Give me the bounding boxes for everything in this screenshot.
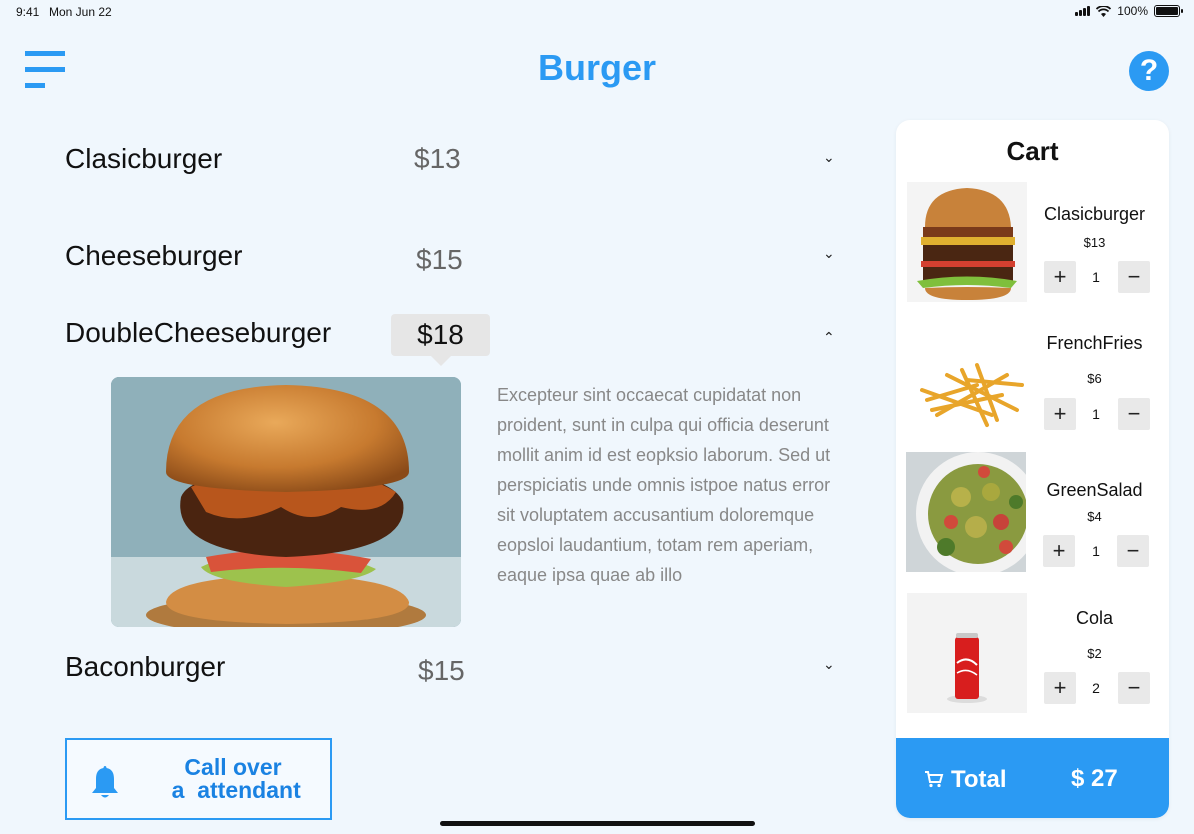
- chevron-up-icon[interactable]: ⌃: [823, 329, 835, 346]
- item-description: Excepteur sint occaecat cupidatat non pr…: [497, 385, 831, 585]
- cart-item-name: GreenSalad: [1046, 480, 1143, 500]
- minus-icon[interactable]: −: [1118, 398, 1150, 430]
- plus-icon[interactable]: +: [1043, 535, 1075, 567]
- plus-icon[interactable]: +: [1044, 398, 1076, 430]
- checkout-total-button[interactable]: Total $ 27: [896, 738, 1169, 818]
- clasicburger-thumbnail: [907, 182, 1027, 302]
- menu-item-clasicburger[interactable]: Clasicburger $13 ⌄: [65, 143, 840, 193]
- cola-thumbnail: [907, 593, 1027, 713]
- cart-item-price: $6: [1087, 371, 1102, 386]
- menu-item-baconburger[interactable]: Baconburger $15 ⌄: [65, 651, 840, 701]
- menu-item-name: Cheeseburger: [65, 240, 243, 271]
- chevron-down-icon[interactable]: ⌄: [823, 149, 835, 166]
- cart-item-greensalad: GreenSalad $4 + 1 −: [896, 452, 1169, 576]
- cart-item-qty: 2: [1092, 680, 1100, 696]
- greensalad-thumbnail: [906, 452, 1026, 572]
- status-indicators: 100%: [1075, 4, 1183, 18]
- cart-item-name: Cola: [1075, 608, 1114, 628]
- frenchfries-thumbnail: [907, 315, 1027, 435]
- minus-icon[interactable]: −: [1117, 535, 1149, 567]
- total-value: $ 27: [1071, 765, 1118, 792]
- minus-icon[interactable]: −: [1118, 261, 1150, 293]
- shopping-cart-icon: [925, 771, 944, 788]
- status-time: 9:41: [16, 5, 40, 19]
- cart-item-clasicburger: Clasicburger $13 + 1 −: [896, 182, 1169, 306]
- home-indicator[interactable]: [440, 821, 755, 826]
- cart-item-name: FrenchFries: [1046, 333, 1143, 353]
- call-attendant-label: Call over a attendant: [171, 754, 301, 803]
- menu-item-price: $15: [416, 244, 463, 275]
- cellular-signal-icon: [1075, 6, 1091, 16]
- chevron-down-icon[interactable]: ⌄: [823, 656, 835, 673]
- question-mark-icon[interactable]: ?: [1129, 51, 1169, 91]
- double-cheeseburger-photo: [111, 377, 461, 627]
- cart-item-price: $4: [1087, 509, 1102, 524]
- call-attendant-button[interactable]: Call over a attendant: [65, 738, 332, 820]
- status-date: Mon Jun 22: [49, 5, 112, 19]
- cart-item-qty: 1: [1092, 269, 1100, 285]
- cart-item-qty: 1: [1092, 406, 1100, 422]
- menu-item-price: $13: [414, 143, 461, 174]
- cart-item-qty: 1: [1092, 543, 1100, 559]
- total-label: Total: [951, 766, 1007, 793]
- cart-item-frenchfries: FrenchFries $6 + 1 −: [896, 315, 1169, 439]
- cart-panel: Cart Clasicburger $13 + 1 − FrenchFries …: [896, 120, 1169, 818]
- cart-item-name: Clasicburger: [1043, 204, 1146, 224]
- menu-item-price: $15: [418, 655, 465, 686]
- battery-percent: 100%: [1117, 4, 1148, 18]
- menu-item-name: Clasicburger: [65, 143, 223, 174]
- bell-icon: [92, 766, 118, 798]
- menu-item-name: Baconburger: [65, 651, 226, 682]
- battery-icon: [1154, 5, 1183, 17]
- menu-item-cheeseburger[interactable]: Cheeseburger $15 ⌄: [65, 240, 840, 290]
- price-tag: $18: [391, 314, 490, 366]
- wifi-icon: [1096, 5, 1112, 17]
- page-title: Burger: [537, 47, 657, 88]
- menu-item-name: DoubleCheeseburger: [65, 317, 332, 348]
- plus-icon[interactable]: +: [1044, 672, 1076, 704]
- cart-item-price: $2: [1087, 646, 1102, 661]
- cart-title: Cart: [1006, 136, 1059, 166]
- minus-icon[interactable]: −: [1118, 672, 1150, 704]
- plus-icon[interactable]: +: [1044, 261, 1076, 293]
- status-bar: 9:41 Mon Jun 22 100%: [0, 0, 1194, 24]
- cart-item-price: $13: [1083, 235, 1106, 250]
- menu-item-doublecheeseburger[interactable]: DoubleCheeseburger $18 ⌃: [65, 314, 840, 367]
- chevron-down-icon[interactable]: ⌄: [823, 245, 835, 262]
- cart-item-cola: Cola $2 + 2 −: [896, 593, 1169, 717]
